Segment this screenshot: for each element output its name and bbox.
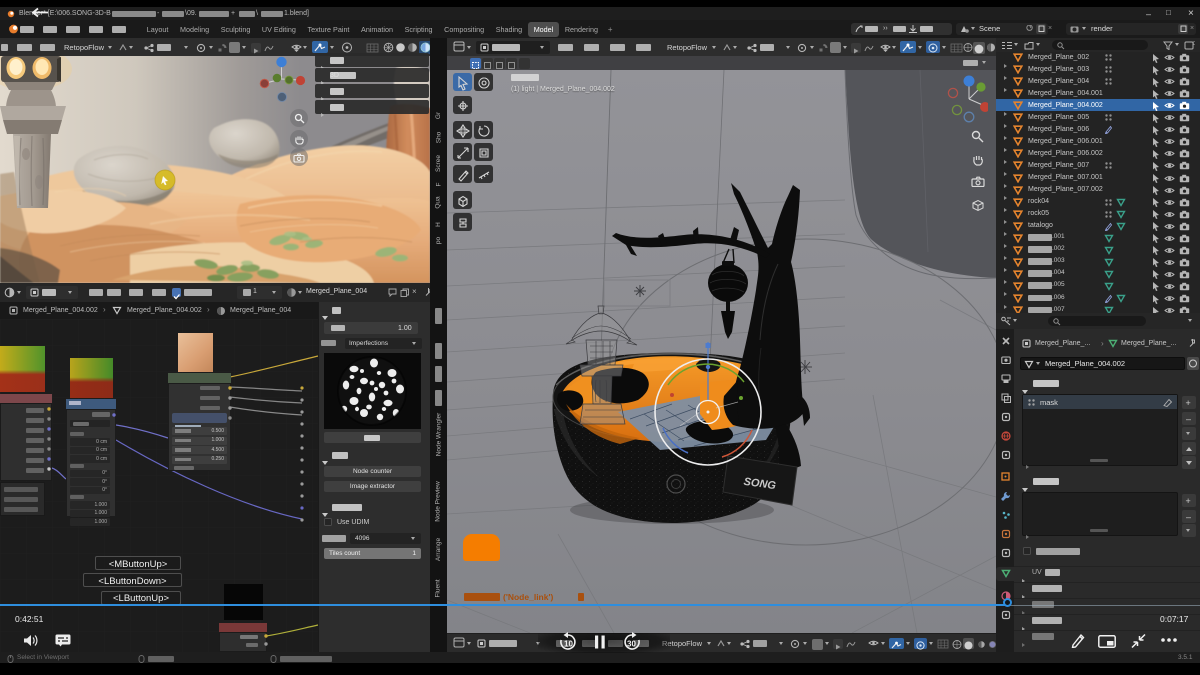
- svg-text:10: 10: [564, 640, 573, 649]
- svg-text:30: 30: [627, 640, 636, 649]
- svg-text:0: 0: [1193, 41, 1195, 47]
